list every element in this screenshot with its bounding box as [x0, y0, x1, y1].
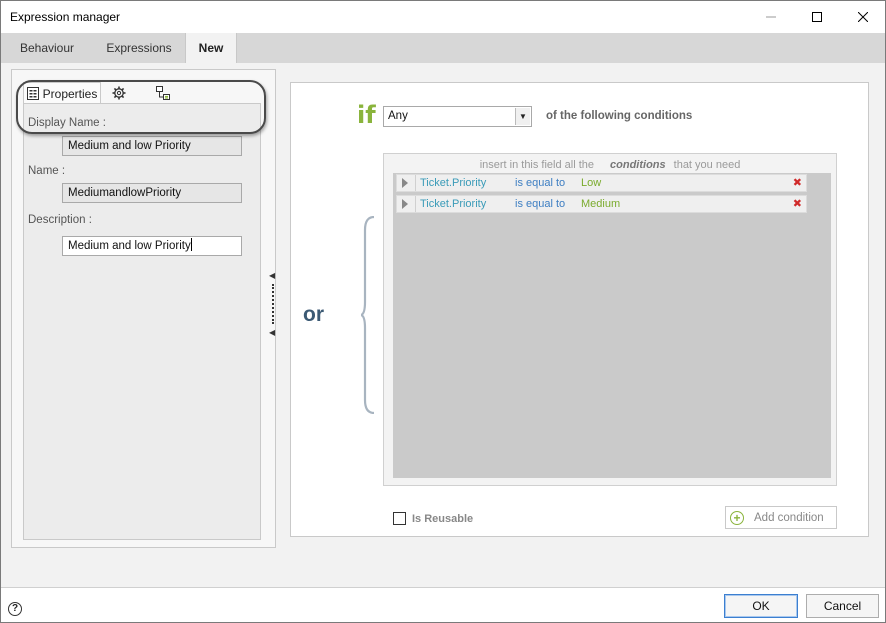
properties-panel: Properties Display Name: Medium and low…	[11, 69, 276, 548]
conditions-panel: if Any ▼ of the following conditions or …	[290, 82, 869, 537]
condition-operator[interactable]: is equal to	[515, 198, 565, 210]
panel-splitter[interactable]: ◀ ◀	[267, 271, 277, 341]
splitter-arrow-left-icon: ◀	[269, 271, 276, 280]
description-field[interactable]: Medium and low Priority	[62, 236, 242, 256]
or-label: or	[303, 303, 324, 326]
condition-field[interactable]: Ticket.Priority	[420, 177, 486, 189]
tab-expressions[interactable]: Expressions	[93, 33, 185, 63]
plus-icon: +	[730, 510, 744, 525]
delete-icon[interactable]: ✖	[793, 197, 802, 210]
tab-strip: Behaviour Expressions New	[1, 33, 885, 63]
is-reusable-label: Is Reusable	[412, 512, 474, 525]
maximize-icon	[812, 11, 822, 22]
is-reusable-checkbox[interactable]	[393, 512, 406, 525]
row-separator	[415, 175, 416, 191]
conditions-box: insert in this field all the conditions th…	[383, 153, 837, 486]
delete-icon[interactable]: ✖	[793, 176, 802, 189]
row-separator	[415, 196, 416, 212]
minimize-icon	[766, 16, 776, 17]
conditions-drop-area[interactable]: Ticket.Priority is equal to Low ✖ Ticket…	[393, 173, 831, 478]
display-name-highlight-ring	[16, 80, 266, 134]
condition-operator[interactable]: is equal to	[515, 177, 565, 189]
ok-button[interactable]: OK	[724, 594, 798, 618]
expression-manager-window: Expression manager Behaviour Expressions…	[0, 0, 886, 623]
cancel-button[interactable]: Cancel	[806, 594, 879, 618]
help-icon[interactable]: ?	[8, 602, 22, 616]
description-label: Description :	[28, 214, 92, 226]
if-label: if	[357, 101, 376, 129]
add-condition-button[interactable]: + Add condition	[725, 506, 837, 529]
display-name-field[interactable]: Medium and low Priority	[62, 136, 242, 156]
splitter-arrow-left-icon-bottom: ◀	[269, 328, 276, 337]
content-area: Properties Display Name: Medium and low…	[1, 63, 885, 587]
conditions-hint-emphasis: conditions	[610, 159, 666, 171]
following-conditions-text: of the following conditions	[546, 110, 693, 122]
name-label: Name :	[28, 165, 66, 177]
match-mode-value: Any	[388, 110, 408, 122]
conditions-hint-before: insert in this field all the	[479, 159, 595, 171]
conditions-hint-after: that you need	[673, 159, 741, 171]
curly-brace-icon	[361, 216, 375, 414]
match-mode-select[interactable]: Any ▼	[383, 106, 532, 127]
name-field[interactable]: MediumandlowPriority	[62, 183, 242, 203]
tab-behaviour[interactable]: Behaviour	[1, 33, 93, 63]
properties-form: Display Name : Medium and low Priority N…	[23, 103, 261, 540]
is-reusable-option[interactable]: Is Reusable	[393, 512, 473, 525]
text-caret	[190, 238, 192, 251]
splitter-grip	[272, 284, 274, 324]
conditions-hint: insert in this field all the conditions th…	[384, 159, 836, 171]
close-icon	[858, 11, 868, 22]
condition-value[interactable]: Low	[581, 177, 601, 189]
expand-arrow-icon[interactable]	[402, 199, 408, 209]
chevron-down-icon[interactable]: ▼	[515, 108, 530, 125]
expand-arrow-icon[interactable]	[402, 178, 408, 188]
condition-row[interactable]: Ticket.Priority is equal to Medium ✖	[396, 195, 807, 213]
window-title: Expression manager	[10, 10, 121, 24]
description-value: Medium and low Priority	[68, 240, 191, 252]
tab-new[interactable]: New	[185, 33, 237, 63]
condition-field[interactable]: Ticket.Priority	[420, 198, 486, 210]
condition-row[interactable]: Ticket.Priority is equal to Low ✖	[396, 174, 807, 192]
title-bar: Expression manager	[1, 1, 885, 32]
add-condition-label: Add condition	[754, 511, 824, 524]
maximize-button[interactable]	[794, 1, 840, 32]
dialog-footer: ? OK Cancel	[1, 587, 885, 622]
close-button[interactable]	[840, 1, 886, 32]
condition-value[interactable]: Medium	[581, 198, 620, 210]
minimize-button[interactable]	[748, 1, 794, 32]
